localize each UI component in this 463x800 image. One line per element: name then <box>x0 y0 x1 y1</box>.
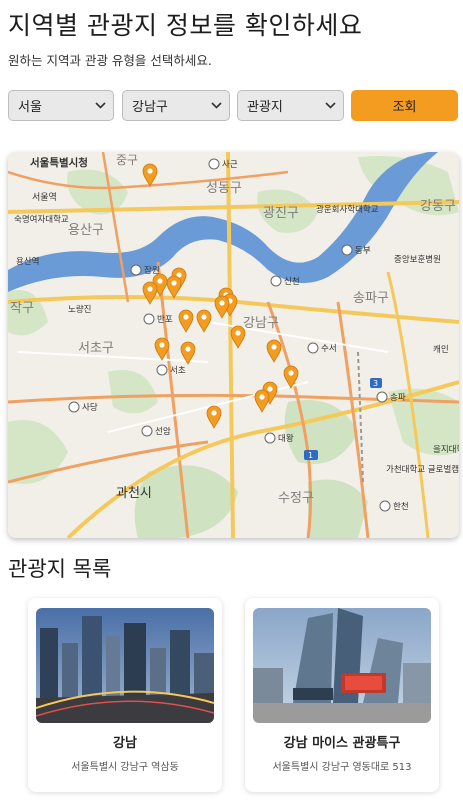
attraction-name: 강남 마이스 관광특구 <box>283 736 401 751</box>
map-label: 강동구 <box>420 199 456 214</box>
map-pin-dot <box>271 344 277 350</box>
ic-badge: 대왕 <box>264 432 294 444</box>
map-view[interactable]: 서울특별시청 중구 서울역 용산구 숙명여자대학교 용산역 성동구 광진구 광운… <box>8 152 459 538</box>
map-label: 송파구 <box>353 291 389 306</box>
map-label: 용산구 <box>68 223 104 238</box>
svg-text:3: 3 <box>373 379 378 388</box>
svg-text:1: 1 <box>308 451 313 460</box>
map-label: 작구 <box>10 301 34 316</box>
map-pin-dot <box>259 394 265 400</box>
svg-text:사당: 사당 <box>82 402 98 413</box>
svg-text:수서: 수서 <box>321 344 337 354</box>
map-label: 강남구 <box>243 316 279 331</box>
map-pin-dot <box>201 314 207 320</box>
map-label: 서초구 <box>78 341 114 356</box>
district-select[interactable]: 강남구 <box>122 90 230 121</box>
district-select-value: 강남구 <box>132 100 168 115</box>
chevron-down-icon <box>93 99 107 113</box>
map-label: 노량진 <box>68 304 91 315</box>
map-label: 을지대학교 캠퍼스 <box>433 444 459 455</box>
svg-text:선암: 선암 <box>155 426 171 437</box>
map-label: 과천시 <box>116 486 152 501</box>
map-pin-dot <box>288 370 294 376</box>
svg-text:신천: 신천 <box>284 276 300 287</box>
map-pin-dot <box>159 342 165 348</box>
map-pin-dot <box>185 346 191 352</box>
ic-badge: 수서 <box>307 342 337 354</box>
map-label: 광진구 <box>263 206 299 221</box>
route-shield: 1 <box>304 450 318 460</box>
map-pin-dot <box>235 330 241 336</box>
map-pin-dot <box>183 314 189 320</box>
map-label: 성동구 <box>206 181 242 196</box>
map-label: 서울특별시청 <box>30 156 88 169</box>
ic-badge: 잠원 <box>130 264 160 276</box>
map-canvas: 서울특별시청 중구 서울역 용산구 숙명여자대학교 용산역 성동구 광진구 광운… <box>8 152 459 538</box>
ic-badge: 송파 <box>376 391 406 403</box>
map-pin-dot <box>147 286 153 292</box>
ic-badge: 반포 <box>143 313 173 325</box>
page-title: 지역별 관광지 정보를 확인하세요 <box>8 11 363 40</box>
attraction-card[interactable]: 강남 마이스 관광특구 서울특별시 강남구 영동대로 513 <box>245 598 439 792</box>
map-pin-dot <box>171 280 177 286</box>
svg-text:사근: 사근 <box>222 160 238 170</box>
map-label: 숙명여자대학교 <box>14 214 69 225</box>
map-label: 서울역 <box>32 192 57 203</box>
ic-badge: 선암 <box>141 425 171 437</box>
svg-text:대왕: 대왕 <box>278 434 294 444</box>
route-shield: 3 <box>370 378 382 388</box>
ic-badge: 신천 <box>270 275 300 287</box>
attraction-address: 서울특별시 강남구 영동대로 513 <box>272 762 412 773</box>
search-button[interactable]: 조회 <box>351 90 458 121</box>
ic-badge: 서초 <box>156 364 186 376</box>
map-label: 용산역 <box>16 256 39 267</box>
svg-text:동부: 동부 <box>355 246 371 256</box>
map-label: 중앙보훈병원 <box>394 254 441 265</box>
region-select[interactable]: 서울 <box>8 90 114 121</box>
ic-badge: 사당 <box>68 401 98 413</box>
svg-text:서초: 서초 <box>170 366 186 376</box>
type-select-value: 관광지 <box>247 100 283 115</box>
map-label: 가천대학교 글로벌캠퍼스 <box>386 464 459 475</box>
map-label: 광운회사학대학교 <box>316 204 379 215</box>
type-select[interactable]: 관광지 <box>237 90 344 121</box>
map-pin-dot <box>157 278 163 284</box>
attraction-name: 강남 <box>113 736 137 751</box>
map-pin-dot <box>211 410 217 416</box>
map-label: 캐인 <box>433 344 449 355</box>
filter-bar: 서울 강남구 관광지 조회 <box>8 90 458 121</box>
chevron-down-icon <box>209 99 223 113</box>
attraction-photo <box>253 608 431 723</box>
chevron-down-icon <box>323 99 337 113</box>
ic-badge: 한천 <box>379 500 409 512</box>
svg-text:반포: 반포 <box>157 314 173 325</box>
attraction-card[interactable]: 강남 서울특별시 강남구 역삼동 <box>28 598 222 792</box>
svg-text:송파: 송파 <box>390 393 406 403</box>
map-pin-dot <box>219 300 225 306</box>
map-pin-dot <box>147 168 153 174</box>
page-subtitle: 원하는 지역과 관광 유형을 선택하세요. <box>8 53 212 68</box>
map-pin-dot <box>267 386 273 392</box>
attraction-photo <box>36 608 214 723</box>
attraction-address: 서울특별시 강남구 역삼동 <box>71 762 179 773</box>
map-label: 중구 <box>116 153 138 167</box>
region-select-value: 서울 <box>18 100 42 115</box>
attractions-section-title: 관광지 목록 <box>8 557 112 581</box>
ic-badge: 동부 <box>341 244 371 256</box>
svg-text:한천: 한천 <box>393 501 409 512</box>
map-label: 수정구 <box>278 491 314 506</box>
ic-badge: 사근 <box>208 158 238 170</box>
